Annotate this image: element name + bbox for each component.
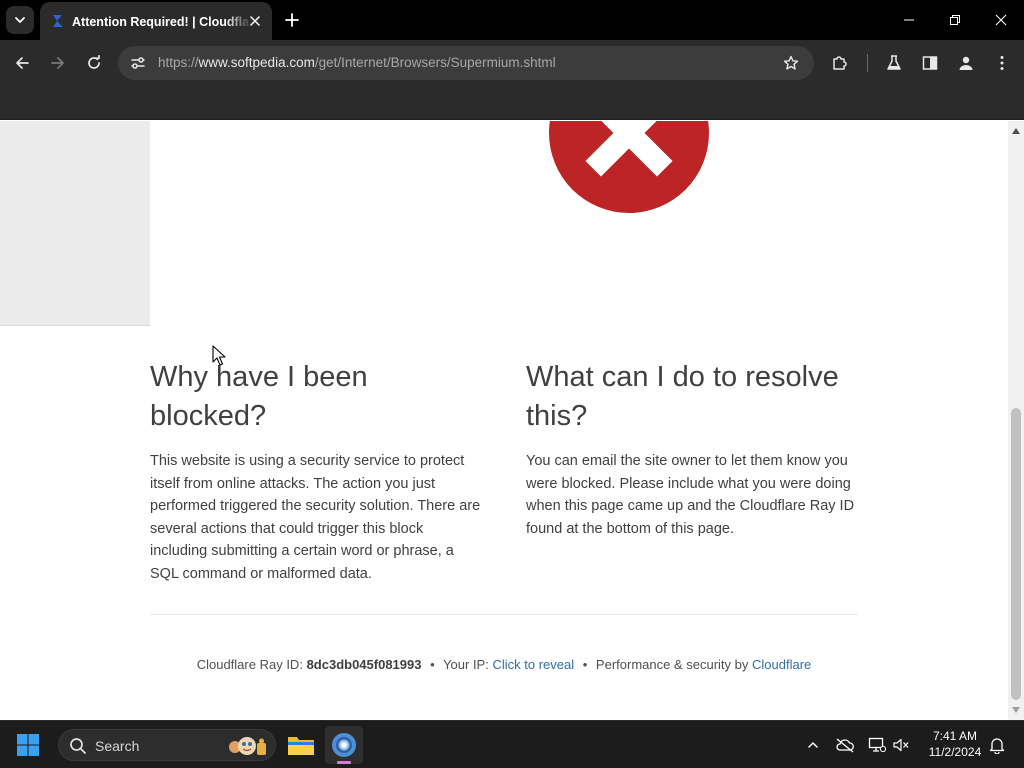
extensions-button[interactable] (828, 51, 852, 75)
triangle-up-icon (1012, 128, 1020, 134)
profile-button[interactable] (954, 51, 978, 75)
mouse-cursor-icon (212, 345, 226, 366)
volume-tray-button[interactable] (891, 735, 911, 755)
tab-close-button[interactable] (246, 12, 264, 30)
show-hidden-icons-button[interactable] (803, 735, 823, 755)
resolve-text: You can email the site owner to let them… (526, 453, 855, 537)
cloud-off-icon (836, 738, 854, 753)
menu-button[interactable] (990, 51, 1014, 75)
browser-toolbar: https://www.softpedia.com/get/Internet/B… (0, 40, 1024, 86)
labs-button[interactable] (882, 51, 906, 75)
folder-icon (288, 737, 314, 755)
network-icon (868, 737, 886, 753)
notifications-button[interactable] (987, 735, 1007, 755)
footer-divider (150, 614, 858, 615)
back-button[interactable] (8, 49, 36, 77)
resolve-heading: What can I do to resolve this? (526, 361, 839, 432)
title-bar: Attention Required! | Cloudflare (0, 0, 1024, 40)
restore-button[interactable] (932, 0, 978, 40)
why-blocked-text: This website is using a security service… (150, 453, 481, 582)
taskbar-file-explorer[interactable] (282, 726, 320, 764)
ray-id-value: 8dc3db045f081993 (306, 657, 422, 672)
triangle-down-icon (1012, 707, 1020, 713)
taskbar-search-label: Search (95, 738, 140, 754)
star-icon (783, 55, 799, 70)
scroll-down-button[interactable] (1008, 702, 1024, 718)
new-tab-button[interactable] (280, 8, 304, 32)
taskbar-search-box[interactable]: Search (58, 729, 276, 761)
restore-icon (950, 15, 960, 25)
search-icon (70, 738, 86, 754)
clock-time: 7:41 AM (932, 729, 978, 743)
page-viewport: Why have I been blocked? This website is… (0, 121, 1008, 720)
active-app-indicator (337, 761, 351, 764)
forward-arrow-icon (51, 57, 64, 69)
onedrive-tray-button[interactable] (835, 735, 855, 755)
close-icon (250, 16, 260, 26)
chevron-down-icon (15, 17, 25, 23)
url-text[interactable]: https://www.softpedia.com/get/Internet/B… (158, 54, 556, 72)
chevron-up-icon (808, 742, 818, 748)
bookmark-button[interactable] (780, 52, 802, 74)
page-scrollbar[interactable] (1008, 121, 1024, 720)
minimize-button[interactable] (886, 0, 932, 40)
why-blocked-heading: Why have I been blocked? (150, 361, 368, 432)
your-ip-label: Your IP: (443, 657, 489, 672)
footer-separator: • (430, 657, 435, 672)
tune-icon (131, 57, 145, 69)
back-arrow-icon (16, 57, 29, 69)
url-path: /get/Internet/Browsers/Supermium.shtml (314, 55, 556, 70)
clock-date: 11/2/2024 (928, 745, 982, 759)
screen: Attention Required! | Cloudflare https:/… (0, 0, 1024, 768)
site-info-button[interactable] (126, 51, 150, 75)
person-icon (959, 56, 973, 70)
url-scheme: https:// (158, 55, 199, 70)
cloudflare-link[interactable]: Cloudflare (752, 657, 811, 672)
error-x-icon (549, 121, 709, 213)
forward-button[interactable] (44, 49, 72, 77)
taskbar-browser[interactable] (325, 726, 363, 764)
search-highlight-icon (229, 737, 266, 755)
side-panel-button[interactable] (918, 51, 942, 75)
reveal-ip-link[interactable]: Click to reveal (492, 657, 574, 672)
windows-start-icon[interactable] (14, 731, 42, 759)
footer-separator: • (582, 657, 588, 672)
scroll-up-button[interactable] (1008, 123, 1024, 139)
cloudflare-favicon-icon (53, 15, 63, 27)
plus-icon (285, 13, 299, 27)
bookmarks-bar (0, 86, 1024, 120)
ray-id-label: Cloudflare Ray ID: (196, 657, 303, 672)
close-icon (995, 14, 1007, 26)
close-window-button[interactable] (978, 0, 1024, 40)
bell-icon (989, 738, 1005, 754)
reload-icon (88, 55, 100, 69)
toolbar-separator (867, 54, 868, 72)
flask-icon (887, 55, 901, 70)
tab-title: Attention Required! | Cloudflare (72, 15, 252, 29)
speaker-muted-icon (893, 738, 909, 752)
tab-search-button[interactable] (6, 6, 34, 34)
cloudflare-footer: Cloudflare Ray ID: 8dc3db045f081993 • Yo… (150, 657, 858, 672)
performance-label: Performance & security by (595, 657, 749, 672)
taskbar-clock[interactable]: 7:41 AM 11/2/2024 (918, 728, 992, 760)
active-tab[interactable]: Attention Required! | Cloudflare (40, 2, 272, 40)
kebab-menu-icon (1000, 56, 1004, 70)
page-sidebar-placeholder (0, 121, 150, 326)
windows-taskbar: Search 7:41 AM 11/2/2024 (0, 720, 1024, 768)
network-tray-button[interactable] (867, 735, 887, 755)
browser-app-icon (332, 733, 356, 757)
side-panel-icon (922, 56, 938, 70)
puzzle-icon (833, 56, 847, 70)
url-host: www.softpedia.com (198, 55, 315, 70)
reload-button[interactable] (80, 49, 108, 77)
minimize-icon (904, 19, 914, 21)
address-bar[interactable]: https://www.softpedia.com/get/Internet/B… (118, 46, 814, 80)
scrollbar-thumb[interactable] (1011, 408, 1021, 700)
